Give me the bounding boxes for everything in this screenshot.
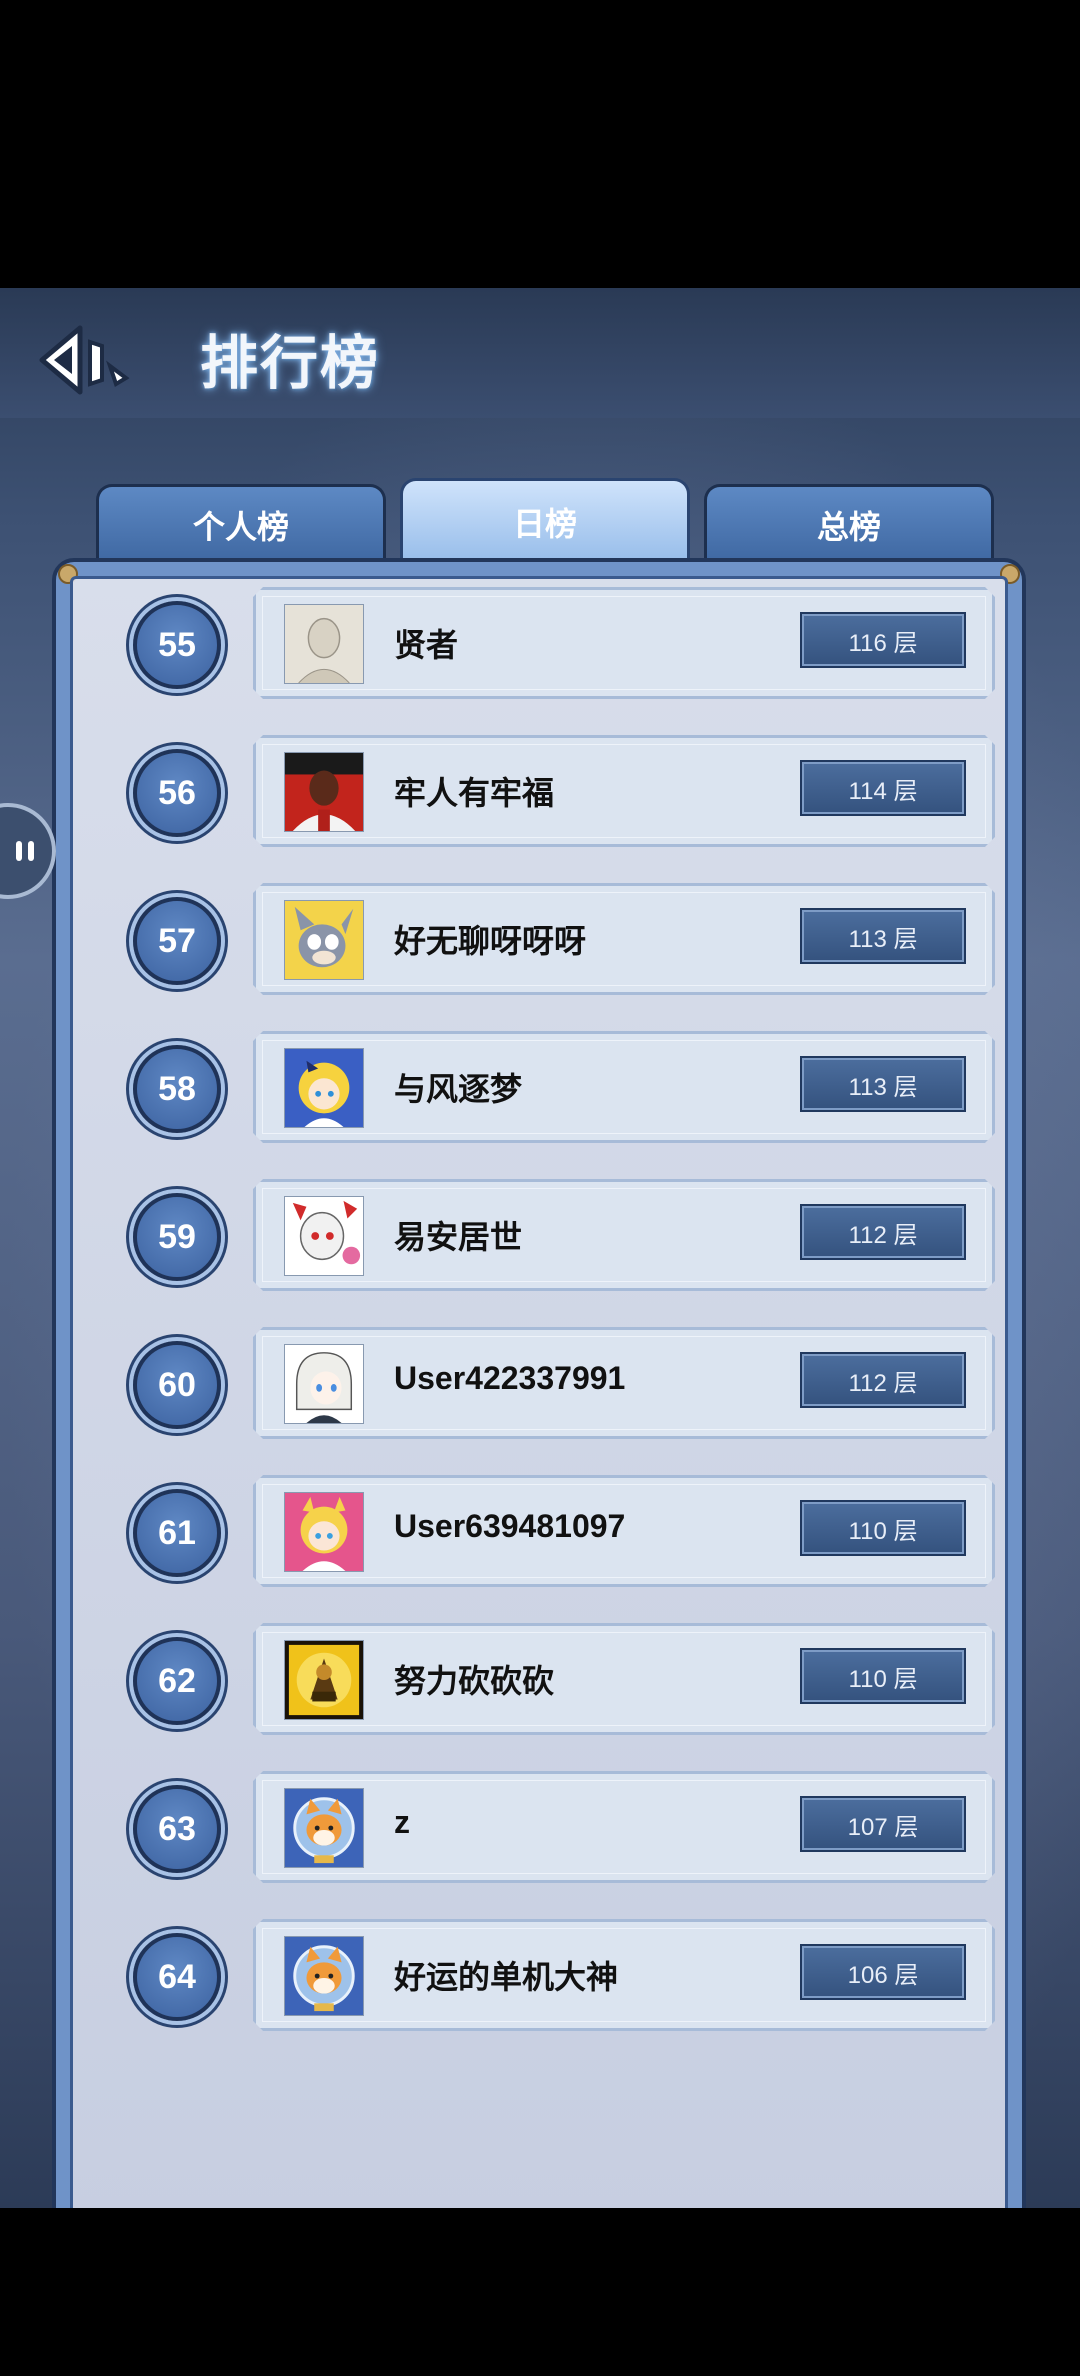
floor-score: 106 层 [800, 1944, 966, 2000]
side-menu-handle-icon[interactable] [0, 803, 56, 899]
leaderboard-row[interactable]: 56 牢人有牢福 114 层 [73, 735, 1005, 883]
leaderboard-row[interactable]: 55 贤者 116 层 [73, 587, 1005, 735]
game-screen: 排行榜 个人榜 日榜 总榜 55 贤者 116 层 56 牢人有牢福 114 层… [0, 288, 1080, 2208]
player-card: 好运的单机大神 106 层 [253, 1919, 995, 2031]
rank-badge: 61 [133, 1489, 221, 1577]
rank-badge: 57 [133, 897, 221, 985]
tab-bar: 个人榜 日榜 总榜 [96, 478, 996, 562]
floor-score: 110 层 [800, 1500, 966, 1556]
player-name: 贤者 [394, 627, 459, 663]
player-card: z 107 层 [253, 1771, 995, 1883]
leaderboard-panel: 55 贤者 116 层 56 牢人有牢福 114 层 57 好无聊呀呀呀 113… [52, 558, 1026, 2208]
floor-score: 114 层 [800, 760, 966, 816]
anime-girl-pink-icon [284, 1492, 364, 1572]
player-name: 牢人有牢福 [394, 775, 555, 811]
player-name: 易安居世 [394, 1219, 523, 1255]
player-card: 努力砍砍砍 110 层 [253, 1623, 995, 1735]
anime-girl-white-icon [284, 1344, 364, 1424]
anime-girl-white-red-icon [284, 1196, 364, 1276]
player-name: 与风逐梦 [394, 1071, 523, 1107]
player-name: z [394, 1804, 410, 1840]
tab-daily[interactable]: 日榜 [400, 478, 690, 562]
player-card: User639481097 110 层 [253, 1475, 995, 1587]
shiba-astronaut-icon [284, 1788, 364, 1868]
player-card: User422337991 112 层 [253, 1327, 995, 1439]
back-arrow-icon[interactable] [36, 320, 136, 400]
floor-score: 116 层 [800, 612, 966, 668]
player-card: 好无聊呀呀呀 113 层 [253, 883, 995, 995]
player-name: 好无聊呀呀呀 [394, 923, 587, 959]
player-name: 好运的单机大神 [394, 1959, 619, 1995]
leaderboard-row[interactable]: 61 User639481097 110 层 [73, 1475, 1005, 1623]
leaderboard-row[interactable]: 59 易安居世 112 层 [73, 1179, 1005, 1327]
shiba-astronaut-icon [284, 1936, 364, 2016]
rank-badge: 63 [133, 1785, 221, 1873]
player-name: 努力砍砍砍 [394, 1663, 555, 1699]
floor-score: 107 层 [800, 1796, 966, 1852]
rank-badge: 60 [133, 1341, 221, 1429]
leaderboard-list-viewport[interactable]: 55 贤者 116 层 56 牢人有牢福 114 层 57 好无聊呀呀呀 113… [70, 576, 1008, 2208]
tab-personal[interactable]: 个人榜 [96, 484, 386, 562]
page-title: 排行榜 [200, 331, 381, 396]
rank-badge: 55 [133, 601, 221, 689]
floor-score: 113 层 [800, 908, 966, 964]
cartoon-cat-icon [284, 900, 364, 980]
player-name: User422337991 [394, 1360, 626, 1396]
player-card: 贤者 116 层 [253, 587, 995, 699]
player-card: 易安居世 112 层 [253, 1179, 995, 1291]
anime-girl-blonde-icon [284, 1048, 364, 1128]
rank-badge: 56 [133, 749, 221, 837]
man-portrait-red-icon [284, 752, 364, 832]
leaderboard-row[interactable]: 64 好运的单机大神 106 层 [73, 1919, 1005, 2067]
header-bar [0, 288, 1080, 418]
sketch-portrait-icon [284, 604, 364, 684]
rank-badge: 59 [133, 1193, 221, 1281]
tab-total[interactable]: 总榜 [704, 484, 994, 562]
player-name: User639481097 [394, 1508, 626, 1544]
rank-badge: 58 [133, 1045, 221, 1133]
leaderboard-row[interactable]: 60 User422337991 112 层 [73, 1327, 1005, 1475]
leaderboard-row[interactable]: 58 与风逐梦 113 层 [73, 1031, 1005, 1179]
floor-score: 110 层 [800, 1648, 966, 1704]
floor-score: 112 层 [800, 1204, 966, 1260]
rank-badge: 62 [133, 1637, 221, 1725]
leaderboard-row[interactable]: 63 z 107 层 [73, 1771, 1005, 1919]
floor-score: 112 层 [800, 1352, 966, 1408]
player-card: 与风逐梦 113 层 [253, 1031, 995, 1143]
player-card: 牢人有牢福 114 层 [253, 735, 995, 847]
gold-warrior-badge-icon [284, 1640, 364, 1720]
leaderboard-row[interactable]: 62 努力砍砍砍 110 层 [73, 1623, 1005, 1771]
floor-score: 113 层 [800, 1056, 966, 1112]
rank-badge: 64 [133, 1933, 221, 2021]
leaderboard-row[interactable]: 57 好无聊呀呀呀 113 层 [73, 883, 1005, 1031]
